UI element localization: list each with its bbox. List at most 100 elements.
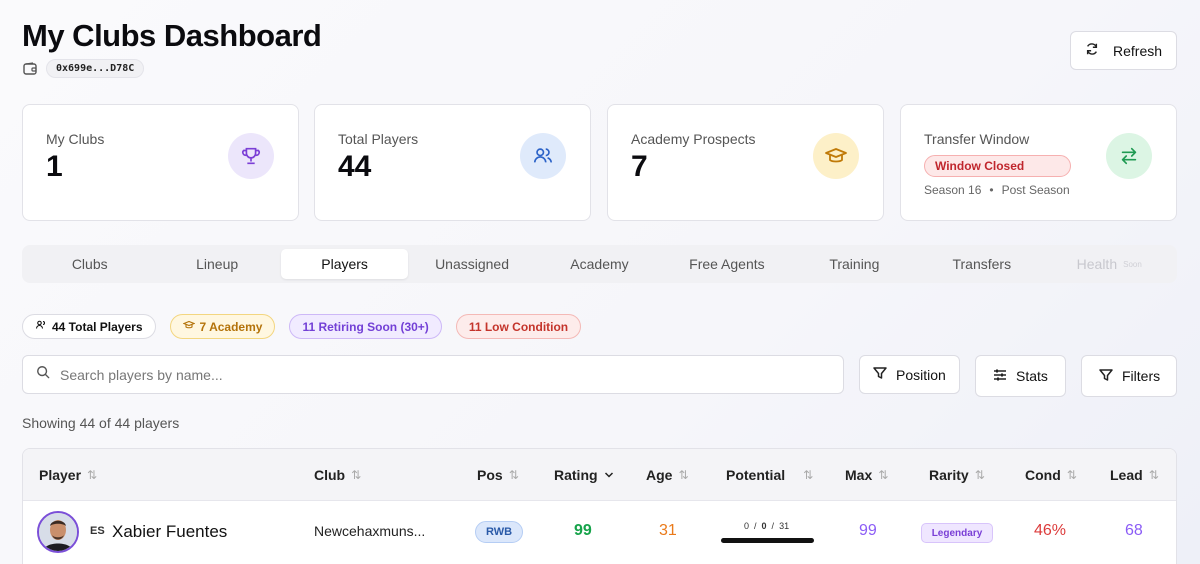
season-label: Season 16 [924, 183, 982, 197]
max-value: 99 [859, 522, 877, 539]
chip-retiring[interactable]: 11 Retiring Soon (30+) [289, 314, 442, 339]
chip-label: 11 Low Condition [468, 319, 569, 334]
column-header-potential[interactable]: Potential ⇅ [726, 467, 813, 483]
filter-icon [872, 365, 888, 384]
rarity-badge: Legendary [921, 523, 993, 543]
filters-button[interactable]: Filters [1081, 355, 1177, 397]
column-label: Club [314, 467, 346, 483]
tab-unassigned[interactable]: Unassigned [408, 249, 535, 279]
stat-label: Transfer Window [924, 131, 1030, 147]
tab-training[interactable]: Training [791, 249, 918, 279]
stat-card-players: Total Players 44 [314, 104, 591, 221]
stats-button[interactable]: Stats [975, 355, 1066, 397]
users-icon [35, 319, 47, 334]
tab-academy[interactable]: Academy [536, 249, 663, 279]
position-filter-button[interactable]: Position [859, 355, 960, 394]
tab-health: Health Soon [1046, 249, 1173, 279]
wallet-row: 0x699e...D78C [22, 59, 145, 78]
filter-icon [1098, 367, 1114, 386]
potential-current: 0 [744, 521, 750, 531]
column-label: Max [845, 467, 873, 483]
column-header-age[interactable]: Age ⇅ [646, 467, 689, 483]
graduation-cap-icon [182, 319, 195, 334]
chip-low-condition[interactable]: 11 Low Condition [455, 314, 582, 339]
nationality-code: ES [90, 525, 105, 537]
potential-mid: 0 [761, 521, 767, 531]
stat-label: Academy Prospects [631, 131, 756, 147]
tab-lineup[interactable]: Lineup [153, 249, 280, 279]
potential-values: 0 / 0 / 31 [744, 521, 789, 531]
tab-health-label: Health [1076, 256, 1118, 272]
sort-icon: ⇅ [678, 468, 689, 482]
potential-sep: / [771, 521, 775, 531]
search-input[interactable] [60, 366, 820, 383]
column-header-lead[interactable]: Lead ⇅ [1110, 467, 1159, 483]
stat-value: 44 [338, 150, 372, 183]
column-label: Potential [726, 467, 786, 483]
tab-transfers[interactable]: Transfers [918, 249, 1045, 279]
age-value: 31 [659, 522, 677, 539]
sliders-icon [992, 367, 1008, 386]
refresh-icon [1085, 42, 1099, 59]
column-header-player[interactable]: Player ⇅ [39, 467, 97, 483]
position-badge: RWB [475, 521, 523, 543]
rating-value: 99 [574, 522, 592, 539]
column-header-max[interactable]: Max ⇅ [845, 467, 888, 483]
potential-max: 31 [779, 521, 790, 531]
stat-card-clubs: My Clubs 1 [22, 104, 299, 221]
transfer-status-badge: Window Closed [924, 155, 1071, 177]
avatar [37, 511, 79, 553]
column-header-pos[interactable]: Pos ⇅ [477, 467, 519, 483]
sort-icon: ⇅ [878, 468, 889, 482]
swap-arrows-icon [1106, 133, 1152, 179]
column-label: Lead [1110, 467, 1143, 483]
column-label: Rating [554, 467, 598, 483]
tab-free-agents[interactable]: Free Agents [663, 249, 790, 279]
potential-bar [721, 538, 814, 543]
wallet-address[interactable]: 0x699e...D78C [46, 59, 145, 78]
stat-card-academy: Academy Prospects 7 [607, 104, 884, 221]
condition-value: 46% [1034, 522, 1067, 539]
players-table: Player ⇅ Club ⇅ Pos ⇅ Rating Age ⇅ Potential… [22, 448, 1177, 564]
sort-icon: ⇅ [87, 468, 98, 482]
tab-clubs[interactable]: Clubs [26, 249, 153, 279]
refresh-button[interactable]: Refresh [1070, 31, 1177, 70]
sort-icon: ⇅ [1148, 468, 1159, 482]
club-name: Newcehaxmuns... [314, 523, 426, 539]
chip-academy[interactable]: 7 Academy [169, 314, 276, 339]
separator-dot: • [989, 183, 994, 197]
chip-label: 7 Academy [199, 319, 263, 334]
search-box [22, 355, 844, 394]
potential-sep: / [754, 521, 757, 531]
tab-players[interactable]: Players [280, 249, 409, 279]
player-name[interactable]: Xabier Fuentes [112, 522, 227, 542]
chip-label: 11 Retiring Soon (30+) [302, 319, 429, 334]
stat-value: 1 [46, 150, 63, 183]
season-info: Season 16 • Post Season [924, 183, 1070, 197]
table-header: Player ⇅ Club ⇅ Pos ⇅ Rating Age ⇅ Potential… [23, 449, 1176, 501]
column-header-rating[interactable]: Rating [554, 467, 614, 483]
column-label: Cond [1025, 467, 1061, 483]
sort-icon: ⇅ [351, 468, 362, 482]
sort-icon: ⇅ [1066, 468, 1077, 482]
column-header-cond[interactable]: Cond ⇅ [1025, 467, 1077, 483]
column-label: Age [646, 467, 673, 483]
stats-label: Stats [1016, 368, 1048, 384]
sort-icon: ⇅ [974, 468, 985, 482]
results-count: Showing 44 of 44 players [22, 415, 180, 431]
stat-label: My Clubs [46, 131, 105, 147]
chip-total-players[interactable]: 44 Total Players [22, 314, 156, 339]
lead-value: 68 [1125, 522, 1143, 539]
position-label: Position [896, 366, 946, 383]
column-header-rarity[interactable]: Rarity ⇅ [929, 467, 985, 483]
column-header-club[interactable]: Club ⇅ [314, 467, 361, 483]
tab-bar: Clubs Lineup Players Unassigned Academy … [22, 245, 1177, 283]
table-row[interactable]: ES Xabier Fuentes Newcehaxmuns... RWB 99… [23, 501, 1176, 563]
chevron-down-icon [604, 467, 614, 483]
stat-card-transfer: Transfer Window Window Closed Season 16 … [900, 104, 1177, 221]
users-icon [520, 133, 566, 179]
graduation-cap-icon [813, 133, 859, 179]
column-label: Pos [477, 467, 503, 483]
sort-icon: ⇅ [803, 468, 814, 482]
column-label: Rarity [929, 467, 969, 483]
